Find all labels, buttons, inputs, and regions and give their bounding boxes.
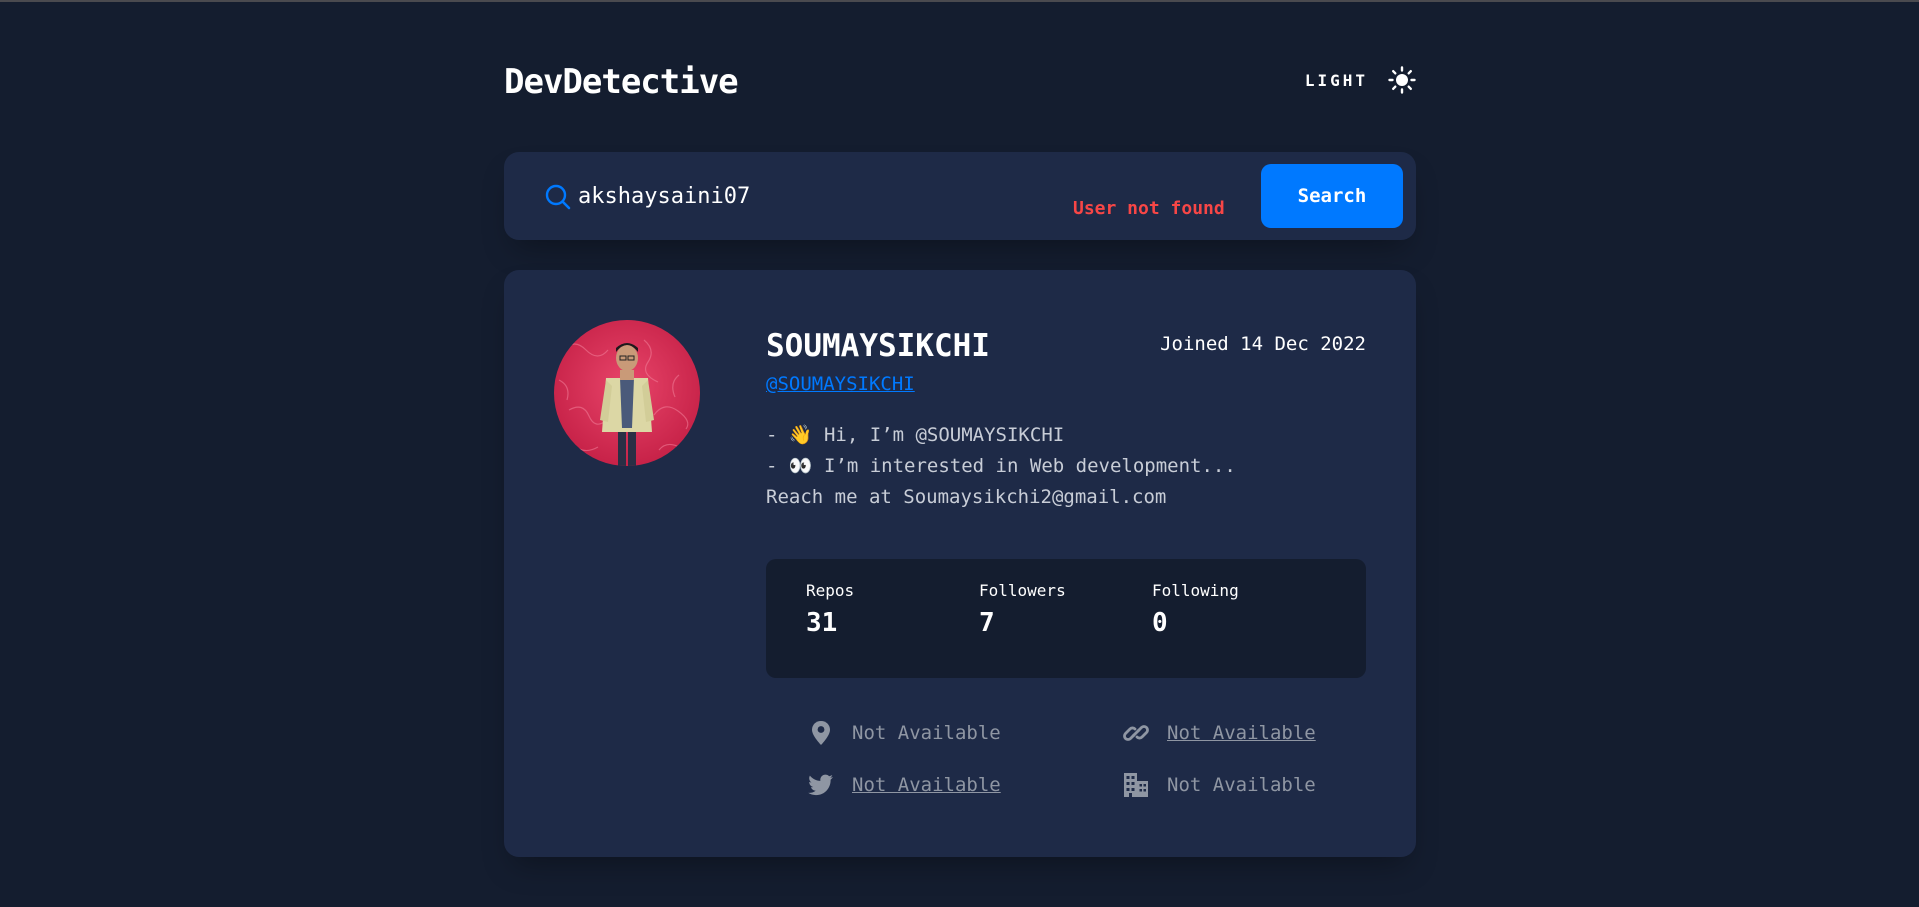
profile-card: SOUMAYSIKCHI Joined 14 Dec 2022 @SOUMAYS… (504, 270, 1416, 857)
location-text: Not Available (852, 722, 1001, 744)
search-button[interactable]: Search (1261, 164, 1403, 228)
link-chain-icon (1123, 720, 1149, 746)
stat-value: 7 (979, 608, 995, 638)
link-website[interactable]: Not Available (1123, 718, 1316, 748)
link-location: Not Available (808, 718, 1001, 748)
window-top-border (0, 0, 1919, 2)
search-bar: User not found Search (504, 152, 1416, 240)
stat-label: Repos (806, 581, 855, 600)
theme-toggle-label: LIGHT (1304, 70, 1368, 90)
header: DevDetective LIGHT (504, 58, 1416, 108)
profile-links: Not Available Not Available Not Availabl… (766, 718, 1366, 828)
search-icon (544, 183, 572, 211)
theme-toggle-button[interactable]: LIGHT (1305, 64, 1416, 96)
company-text: Not Available (1167, 774, 1316, 796)
office-building-icon (1123, 772, 1149, 798)
search-error-message: User not found (1073, 198, 1225, 219)
bio-line: - 👋 Hi, I’m @SOUMAYSIKCHI (766, 424, 1065, 446)
joined-date: Joined 14 Dec 2022 (1160, 333, 1366, 355)
app-logo: DevDetective (504, 62, 739, 102)
stat-following: Following 0 (1152, 581, 1239, 638)
bio-line: - 👀 I’m interested in Web development... (766, 455, 1236, 477)
stat-label: Following (1152, 581, 1239, 600)
avatar (554, 320, 700, 466)
stat-value: 0 (1152, 608, 1168, 638)
bio-line: Reach me at Soumaysikchi2@gmail.com (766, 486, 1167, 508)
stat-label: Followers (979, 581, 1066, 600)
website-link[interactable]: Not Available (1167, 722, 1316, 744)
stat-value: 31 (806, 608, 838, 638)
location-pin-icon (808, 720, 834, 746)
link-twitter[interactable]: Not Available (808, 770, 1001, 800)
profile-handle-link[interactable]: @SOUMAYSIKCHI (766, 373, 915, 395)
profile-name: SOUMAYSIKCHI (766, 328, 990, 364)
search-input[interactable] (578, 174, 1058, 218)
stat-followers: Followers 7 (979, 581, 1066, 638)
stats-box: Repos 31 Followers 7 Following 0 (766, 559, 1366, 678)
link-company: Not Available (1123, 770, 1316, 800)
stat-repos: Repos 31 (806, 581, 854, 638)
twitter-icon (808, 772, 834, 798)
profile-bio: - 👋 Hi, I’m @SOUMAYSIKCHI - 👀 I’m intere… (766, 420, 1366, 513)
twitter-link[interactable]: Not Available (852, 774, 1001, 796)
sun-icon (1388, 66, 1416, 94)
